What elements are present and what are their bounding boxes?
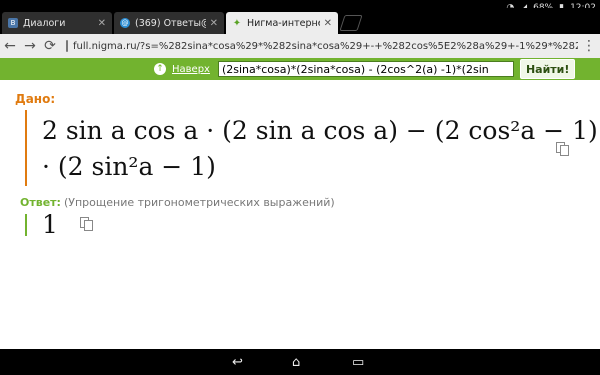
given-accent-bar (25, 110, 27, 186)
nigma-search-bar: ↑ Наверх (2sina*cosa)*(2sina*cosa) - (2c… (0, 58, 600, 80)
android-nav-bar: ↩ ⌂ ▭ (0, 349, 600, 375)
close-tab-icon[interactable]: ✕ (98, 18, 106, 29)
query-input[interactable]: (2sina*cosa)*(2sina*cosa) - (2cos^2(a) -… (217, 61, 514, 77)
browser-toolbar: ← → ⟳ full.nigma.ru/?s=%282sina*cosa%29*… (0, 34, 600, 59)
tab-title: (369) Ответы@Mail.R (135, 17, 206, 29)
url-text: full.nigma.ru/?s=%282sina*cosa%29*%282si… (73, 40, 578, 52)
given-label: Дано: (15, 92, 56, 106)
back-arrow-icon[interactable]: ← (0, 34, 20, 58)
answer-note: (Упрощение тригонометрических выражений) (64, 196, 335, 209)
expression-line-1: 2 sin a cos a · (2 sin a cos a) − (2 cos… (42, 116, 600, 145)
back-nav-icon[interactable]: ↩ (232, 355, 243, 370)
find-button[interactable]: Найти! (519, 59, 576, 79)
expression-line-2: · (2 sin²a − 1) (42, 152, 216, 181)
tab-strip: В Диалоги ✕ @ (369) Ответы@Mail.R ✕ ✦ Ни… (0, 8, 600, 34)
copy-icon[interactable] (80, 217, 93, 231)
tab-mail-answers[interactable]: @ (369) Ответы@Mail.R ✕ (114, 12, 224, 34)
scroll-top-link[interactable]: ↑ Наверх (154, 63, 210, 75)
answer-value: 1 (42, 210, 58, 239)
menu-icon[interactable]: ⋮ (578, 34, 600, 58)
tab-title: Нигма-интернет : (247, 17, 320, 29)
copy-icon[interactable] (556, 142, 569, 156)
tab-title: Диалоги (23, 17, 66, 29)
answer-label: Ответ: (20, 196, 61, 209)
tab-nigma[interactable]: ✦ Нигма-интернет : ✕ (226, 12, 338, 34)
scroll-top-label: Наверх (172, 63, 210, 75)
new-tab-icon[interactable] (339, 15, 363, 31)
answer-accent-bar (25, 214, 27, 236)
vk-favicon-icon: В (8, 18, 18, 28)
home-nav-icon[interactable]: ⌂ (292, 355, 300, 370)
reload-icon[interactable]: ⟳ (40, 34, 60, 58)
recents-nav-icon[interactable]: ▭ (352, 355, 364, 370)
mail-favicon-icon: @ (120, 18, 130, 28)
forward-arrow-icon[interactable]: → (20, 34, 40, 58)
page-icon (66, 40, 68, 52)
result-area: Дано: 2 sin a cos a · (2 sin a cos a) − … (0, 80, 600, 349)
close-tab-icon[interactable]: ✕ (210, 18, 218, 29)
up-arrow-icon: ↑ (154, 63, 166, 75)
address-bar[interactable]: full.nigma.ru/?s=%282sina*cosa%29*%282si… (66, 36, 578, 56)
tab-dialogs[interactable]: В Диалоги ✕ (2, 12, 112, 34)
nigma-favicon-icon: ✦ (232, 17, 242, 29)
close-tab-icon[interactable]: ✕ (324, 18, 332, 29)
